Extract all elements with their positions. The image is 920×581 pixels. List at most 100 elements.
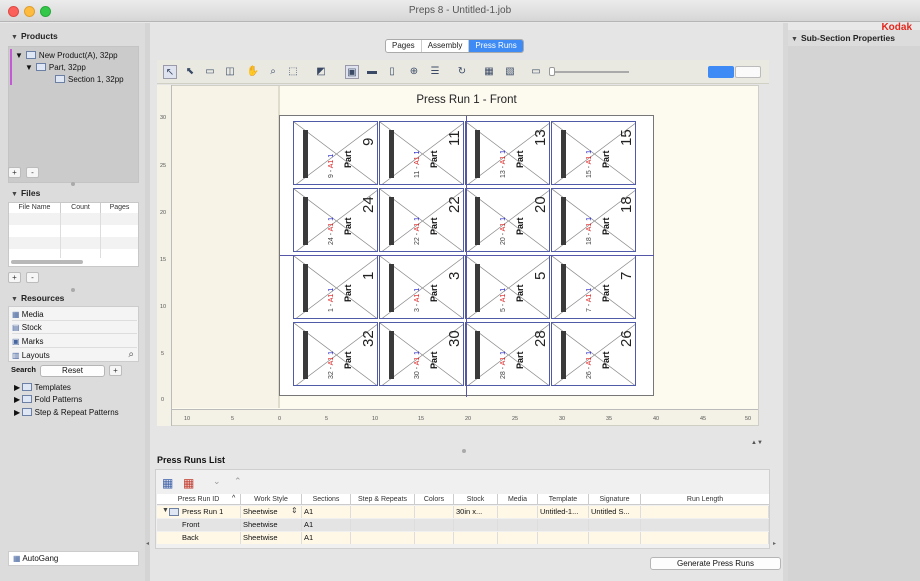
zoom-icon[interactable]: ⌕ xyxy=(266,65,280,79)
zoom-slider[interactable] xyxy=(549,71,629,73)
tab-pages[interactable]: Pages xyxy=(386,40,422,52)
resources-heading[interactable]: ▼ Resources xyxy=(11,293,64,303)
cell-press-run-id[interactable]: Back xyxy=(180,532,241,544)
horizontal-scrollbar[interactable] xyxy=(11,260,83,264)
scroll-right-icon[interactable]: ▸ xyxy=(773,540,776,547)
col-press-run-id[interactable]: Press Run ID xyxy=(157,494,241,505)
generate-press-runs-button[interactable]: Generate Press Runs xyxy=(650,557,781,570)
zoom-slider-thumb[interactable] xyxy=(549,67,555,76)
imposed-page-32[interactable]: 32 Part 32 - A1 1 xyxy=(293,322,378,386)
tree-item-section[interactable]: Section 1, 32pp xyxy=(55,74,124,84)
layout-icon[interactable]: ▦ xyxy=(482,65,496,79)
move-down-icon[interactable]: ⌄ xyxy=(213,476,221,487)
tree-item-templates[interactable]: ▶ Templates xyxy=(14,382,71,392)
layout-alt-icon[interactable]: ▧ xyxy=(503,65,517,79)
imposed-page-22[interactable]: 22 Part 22 - A1 1 xyxy=(379,188,464,252)
tree-item-fold-patterns[interactable]: ▶ Fold Patterns xyxy=(14,394,82,404)
color-picker-icon[interactable]: ◩ xyxy=(314,65,328,79)
view-icon[interactable]: ▣ xyxy=(345,65,359,79)
cell-run-length[interactable] xyxy=(641,519,769,531)
imposed-page-30[interactable]: 30 Part 30 - A1 1 xyxy=(379,322,464,386)
cell-template[interactable] xyxy=(538,532,589,544)
delete-press-run-icon[interactable]: ▦ xyxy=(183,476,194,490)
tab-assembly[interactable]: Assembly xyxy=(422,40,470,52)
press-sheet[interactable]: 9 Part 9 - A1 1 11 Part 11 - A1 1 13 Part 13 - A… xyxy=(279,115,654,397)
work-style-stepper-icon[interactable]: ⇕ xyxy=(291,506,298,515)
col-count[interactable]: Count xyxy=(61,203,101,213)
cell-colors[interactable] xyxy=(415,532,454,544)
screen-icon[interactable]: ▭ xyxy=(529,65,543,79)
move-up-icon[interactable]: ⌃ xyxy=(234,476,242,487)
marquee-icon[interactable]: ⬚ xyxy=(286,65,300,79)
cell-run-length[interactable] xyxy=(641,506,769,518)
rotate-icon[interactable]: ↻ xyxy=(455,65,469,79)
col-sections[interactable]: Sections xyxy=(302,494,351,505)
products-tree[interactable]: ▼ New Product(A), 32pp ▼ Part, 32pp Sectio… xyxy=(8,46,139,183)
imposed-page-15[interactable]: 15 Part 15 - A1 1 xyxy=(551,121,636,185)
cell-stock[interactable] xyxy=(454,532,498,544)
cell-colors[interactable] xyxy=(415,519,454,531)
hand-icon[interactable]: ✋ xyxy=(246,65,260,79)
remove-file-button[interactable]: - xyxy=(26,272,39,283)
imposed-page-28[interactable]: 28 Part 28 - A1 1 xyxy=(465,322,550,386)
imposed-page-20[interactable]: 20 Part 20 - A1 1 xyxy=(465,188,550,252)
add-file-button[interactable]: + xyxy=(8,272,21,283)
col-media[interactable]: Media xyxy=(498,494,538,505)
cell-work-style[interactable]: Sheetwise xyxy=(241,532,302,544)
imposed-page-9[interactable]: 9 Part 9 - A1 1 xyxy=(293,121,378,185)
cell-template[interactable] xyxy=(538,519,589,531)
pointer-icon[interactable]: ⬉ xyxy=(183,65,197,79)
tree-item-part[interactable]: ▼ Part, 32pp xyxy=(25,62,86,72)
col-template[interactable]: Template xyxy=(538,494,589,505)
cell-sections[interactable]: A1 xyxy=(302,532,351,544)
search-icon[interactable]: ⌕ xyxy=(128,349,134,360)
cell-signature[interactable]: Untitled S... xyxy=(589,506,641,518)
imposed-page-3[interactable]: 3 Part 3 - A1 1 xyxy=(379,255,464,319)
cell-press-run-id[interactable]: Press Run 1 xyxy=(180,506,241,518)
imposed-page-24[interactable]: 24 Part 24 - A1 1 xyxy=(293,188,378,252)
arrow-select-icon[interactable]: ↖ xyxy=(163,65,177,79)
cell-template[interactable]: Untitled-1... xyxy=(538,506,589,518)
sort-ascending-icon[interactable]: ^ xyxy=(232,495,235,502)
resource-stock[interactable]: ▤ Stock xyxy=(12,321,137,334)
imposed-page-13[interactable]: 13 Part 13 - A1 1 xyxy=(465,121,550,185)
imposed-page-5[interactable]: 5 Part 5 - A1 1 xyxy=(465,255,550,319)
split-view-button[interactable] xyxy=(735,66,761,78)
cell-step-repeats[interactable] xyxy=(351,532,415,544)
cell-step-repeats[interactable] xyxy=(351,519,415,531)
tab-press-runs[interactable]: Press Runs xyxy=(469,40,523,52)
imposed-page-7[interactable]: 7 Part 7 - A1 1 xyxy=(551,255,636,319)
files-table[interactable]: File Name Count Pages xyxy=(8,202,139,267)
cell-media[interactable] xyxy=(498,519,538,531)
add-press-run-icon[interactable]: ▦ xyxy=(162,476,173,490)
tree-item-product[interactable]: ▼ New Product(A), 32pp xyxy=(15,50,118,60)
cell-run-length[interactable] xyxy=(641,532,769,544)
remove-product-button[interactable]: - xyxy=(26,167,39,178)
imposed-page-26[interactable]: 26 Part 26 - A1 1 xyxy=(551,322,636,386)
page-select-icon[interactable]: ▭ xyxy=(203,65,217,79)
page-add-icon[interactable]: ◫ xyxy=(223,65,237,79)
scroll-left-icon[interactable]: ◂ xyxy=(146,540,149,547)
reset-button[interactable]: Reset xyxy=(40,365,105,377)
autogang-button[interactable]: ▦ AutoGang xyxy=(8,551,139,566)
cell-sections[interactable]: A1 xyxy=(302,506,351,518)
distribute-icon[interactable]: ☰ xyxy=(428,65,442,79)
col-pages[interactable]: Pages xyxy=(101,203,138,213)
cell-stock[interactable]: 30in x... xyxy=(454,506,498,518)
add-product-button[interactable]: + xyxy=(8,167,21,178)
col-signature[interactable]: Signature xyxy=(589,494,641,505)
cell-colors[interactable] xyxy=(415,506,454,518)
collapse-arrows-icon[interactable]: ▲▼ xyxy=(751,440,763,446)
files-heading[interactable]: ▼ Files xyxy=(11,188,40,198)
resize-handle[interactable] xyxy=(71,288,75,292)
cell-step-repeats[interactable] xyxy=(351,506,415,518)
col-colors[interactable]: Colors xyxy=(415,494,454,505)
cell-press-run-id[interactable]: Front xyxy=(180,519,241,531)
col-run-length[interactable]: Run Length xyxy=(641,494,769,505)
imposed-page-18[interactable]: 18 Part 18 - A1 1 xyxy=(551,188,636,252)
ruler-icon[interactable]: ▬ xyxy=(365,65,379,79)
resize-handle[interactable] xyxy=(71,182,75,186)
col-file-name[interactable]: File Name xyxy=(9,203,61,213)
crosshair-icon[interactable]: ⊕ xyxy=(407,65,421,79)
cell-sections[interactable]: A1 xyxy=(302,519,351,531)
